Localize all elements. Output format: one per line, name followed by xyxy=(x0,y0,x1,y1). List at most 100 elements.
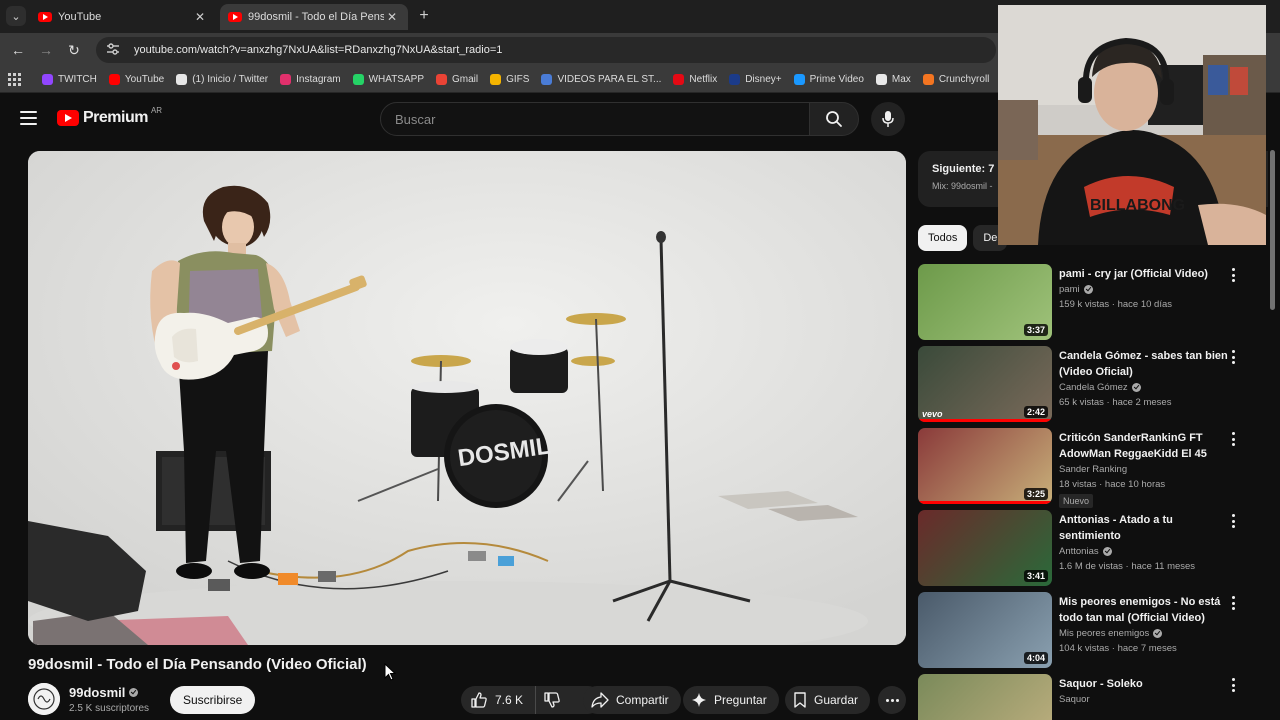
subscribe-button[interactable]: Suscribirse xyxy=(170,686,256,714)
more-options-icon[interactable] xyxy=(1230,596,1236,610)
browser-tab-video[interactable]: 99dosmil - Todo el Día Pensando ✕ xyxy=(220,4,408,30)
more-actions-button[interactable] xyxy=(878,686,906,714)
vevo-logo-icon: vevo xyxy=(922,409,943,419)
more-options-icon[interactable] xyxy=(1230,350,1236,364)
share-button[interactable]: Compartir xyxy=(583,686,681,714)
channel-avatar[interactable] xyxy=(28,683,60,715)
recommendation-item[interactable]: 3:37 pami - cry jar (Official Video) pami 1… xyxy=(918,264,1248,342)
chip-todos[interactable]: Todos xyxy=(918,225,968,251)
save-button[interactable]: Guardar xyxy=(785,686,871,714)
bookmark-favicon-icon xyxy=(673,74,685,85)
recommendation-info: Mis peores enemigos - No está todo tan m… xyxy=(1059,594,1229,654)
recommendation-channel: pami xyxy=(1059,284,1229,295)
channel-row: 99dosmil 2.5 K suscriptores Suscribirse … xyxy=(28,683,908,717)
recommendation-meta: 1.6 M de vistas · hace 11 meses xyxy=(1059,561,1196,572)
back-icon[interactable]: ← xyxy=(8,40,28,60)
youtube-premium-logo[interactable]: Premium AR xyxy=(57,106,162,127)
recommendation-item[interactable]: 4:04 Mis peores enemigos - No está todo t… xyxy=(918,592,1248,670)
forward-icon[interactable]: → xyxy=(36,40,56,60)
recommendation-title[interactable]: Mis peores enemigos - No está todo tan m… xyxy=(1059,594,1229,626)
bookmark-item[interactable]: TWITCH xyxy=(42,74,97,85)
video-frame: DOSMIL xyxy=(28,151,906,645)
site-info-icon[interactable] xyxy=(106,42,122,58)
recommendation-thumbnail[interactable]: 2:42 vevo xyxy=(918,346,1052,422)
address-bar[interactable]: youtube.com/watch?v=anxzhg7NxUA&list=RDa… xyxy=(96,37,996,63)
bookmark-favicon-icon xyxy=(875,74,887,85)
recommendation-meta: 18 vistas · hace 10 horas xyxy=(1059,479,1166,490)
reload-icon[interactable]: ↻ xyxy=(64,40,84,60)
recommendation-thumbnail[interactable]: 3:25 xyxy=(918,428,1052,504)
new-tab-icon[interactable]: + xyxy=(414,6,434,26)
recommendation-thumbnail[interactable]: 4:04 xyxy=(918,592,1052,668)
ask-button[interactable]: Preguntar xyxy=(683,686,779,714)
bookmark-item[interactable]: Prime Video xyxy=(793,74,864,85)
recommendation-info: Anttonias - Atado a tu sentimiento Antton… xyxy=(1059,512,1229,572)
bookmark-icon xyxy=(794,692,806,708)
browser-tab-youtube[interactable]: YouTube ✕ xyxy=(30,4,216,30)
bookmark-item[interactable]: YouTube xyxy=(108,74,164,85)
more-options-icon[interactable] xyxy=(1230,514,1236,528)
watched-progress-bar xyxy=(918,501,1052,504)
bookmark-label: Max xyxy=(891,74,911,85)
channel-name[interactable]: 99dosmil xyxy=(69,685,139,700)
bookmark-item[interactable]: Disney+ xyxy=(729,74,782,85)
recommendation-thumbnail[interactable]: 3:41 xyxy=(918,510,1052,586)
recommendation-item[interactable]: 3:25 Criticón SanderRankinG FT AdowMan Re… xyxy=(918,428,1248,508)
search-box xyxy=(380,102,810,136)
bookmark-item[interactable]: (1) Inicio / Twitter xyxy=(176,74,268,85)
bookmark-item[interactable]: WHATSAPP xyxy=(352,74,424,85)
more-options-icon[interactable] xyxy=(1230,432,1236,446)
video-duration: 4:04 xyxy=(1023,652,1048,664)
recommendation-thumbnail[interactable]: 3:37 xyxy=(918,264,1052,340)
recommendation-item[interactable]: Saquor - Soleko Saquor xyxy=(918,674,1248,720)
like-count: 7.6 K xyxy=(495,693,524,707)
voice-search-button[interactable] xyxy=(871,102,905,136)
video-duration: 3:25 xyxy=(1023,488,1048,500)
verified-icon xyxy=(1153,629,1163,638)
new-badge: Nuevo xyxy=(1059,494,1094,508)
tab-search-button[interactable]: ⌄ xyxy=(6,6,26,26)
bookmark-favicon-icon xyxy=(922,74,934,85)
search-input[interactable] xyxy=(395,111,809,127)
more-options-icon[interactable] xyxy=(1230,268,1236,282)
recommendation-channel-name: Anttonias xyxy=(1059,546,1099,557)
menu-icon[interactable] xyxy=(20,111,37,125)
apps-grid-icon[interactable] xyxy=(8,72,22,87)
recommendation-channel-name: Mis peores enemigos xyxy=(1059,628,1150,639)
bookmark-item[interactable]: GIFS xyxy=(490,74,529,85)
bookmark-item[interactable]: Max xyxy=(875,74,911,85)
youtube-favicon-icon xyxy=(38,12,52,22)
thumbs-down-icon xyxy=(544,692,560,708)
sparkle-icon xyxy=(692,693,706,707)
recommendation-info: pami - cry jar (Official Video) pami 159 k… xyxy=(1059,266,1229,310)
more-options-icon[interactable] xyxy=(1230,678,1236,692)
bookmark-item[interactable]: Netflix xyxy=(673,74,717,85)
close-tab-icon[interactable]: ✕ xyxy=(384,10,400,24)
video-player[interactable]: DOSMIL xyxy=(28,151,906,645)
bookmark-item[interactable]: VIDEOS PARA EL ST... xyxy=(541,74,661,85)
scrollbar[interactable] xyxy=(1270,150,1275,310)
recommendation-title[interactable]: pami - cry jar (Official Video) xyxy=(1059,266,1229,282)
recommendation-channel-name: Candela Gómez xyxy=(1059,382,1128,393)
mouse-cursor-icon xyxy=(384,663,396,681)
recommendation-title[interactable]: Anttonias - Atado a tu sentimiento xyxy=(1059,512,1229,544)
recommendation-title[interactable]: Candela Gómez - sabes tan bien (Video Of… xyxy=(1059,348,1229,380)
recommendation-title[interactable]: Saquor - Soleko xyxy=(1059,676,1229,692)
bookmark-label: Crunchyroll xyxy=(938,74,990,85)
recommendation-item[interactable]: 3:41 Anttonias - Atado a tu sentimiento An… xyxy=(918,510,1248,588)
search-icon xyxy=(826,111,842,127)
watched-progress-bar xyxy=(918,419,1052,422)
bookmark-item[interactable]: Instagram xyxy=(280,74,341,85)
recommendation-item[interactable]: 2:42 vevo Candela Gómez - sabes tan bien (… xyxy=(918,346,1248,424)
recommendation-channel: Sander Ranking xyxy=(1059,464,1229,475)
bookmark-label: Disney+ xyxy=(745,74,782,85)
bookmark-item[interactable]: Crunchyroll xyxy=(922,74,990,85)
recommendation-thumbnail[interactable] xyxy=(918,674,1052,720)
recommendation-channel-name: Saquor xyxy=(1059,694,1090,705)
recommendation-title[interactable]: Criticón SanderRankinG FT AdowMan Reggae… xyxy=(1059,430,1229,462)
dislike-button[interactable] xyxy=(536,686,560,714)
close-tab-icon[interactable]: ✕ xyxy=(192,10,208,24)
like-button[interactable]: 7.6 K xyxy=(461,686,537,714)
search-button[interactable] xyxy=(809,102,859,136)
bookmark-item[interactable]: Gmail xyxy=(436,74,478,85)
